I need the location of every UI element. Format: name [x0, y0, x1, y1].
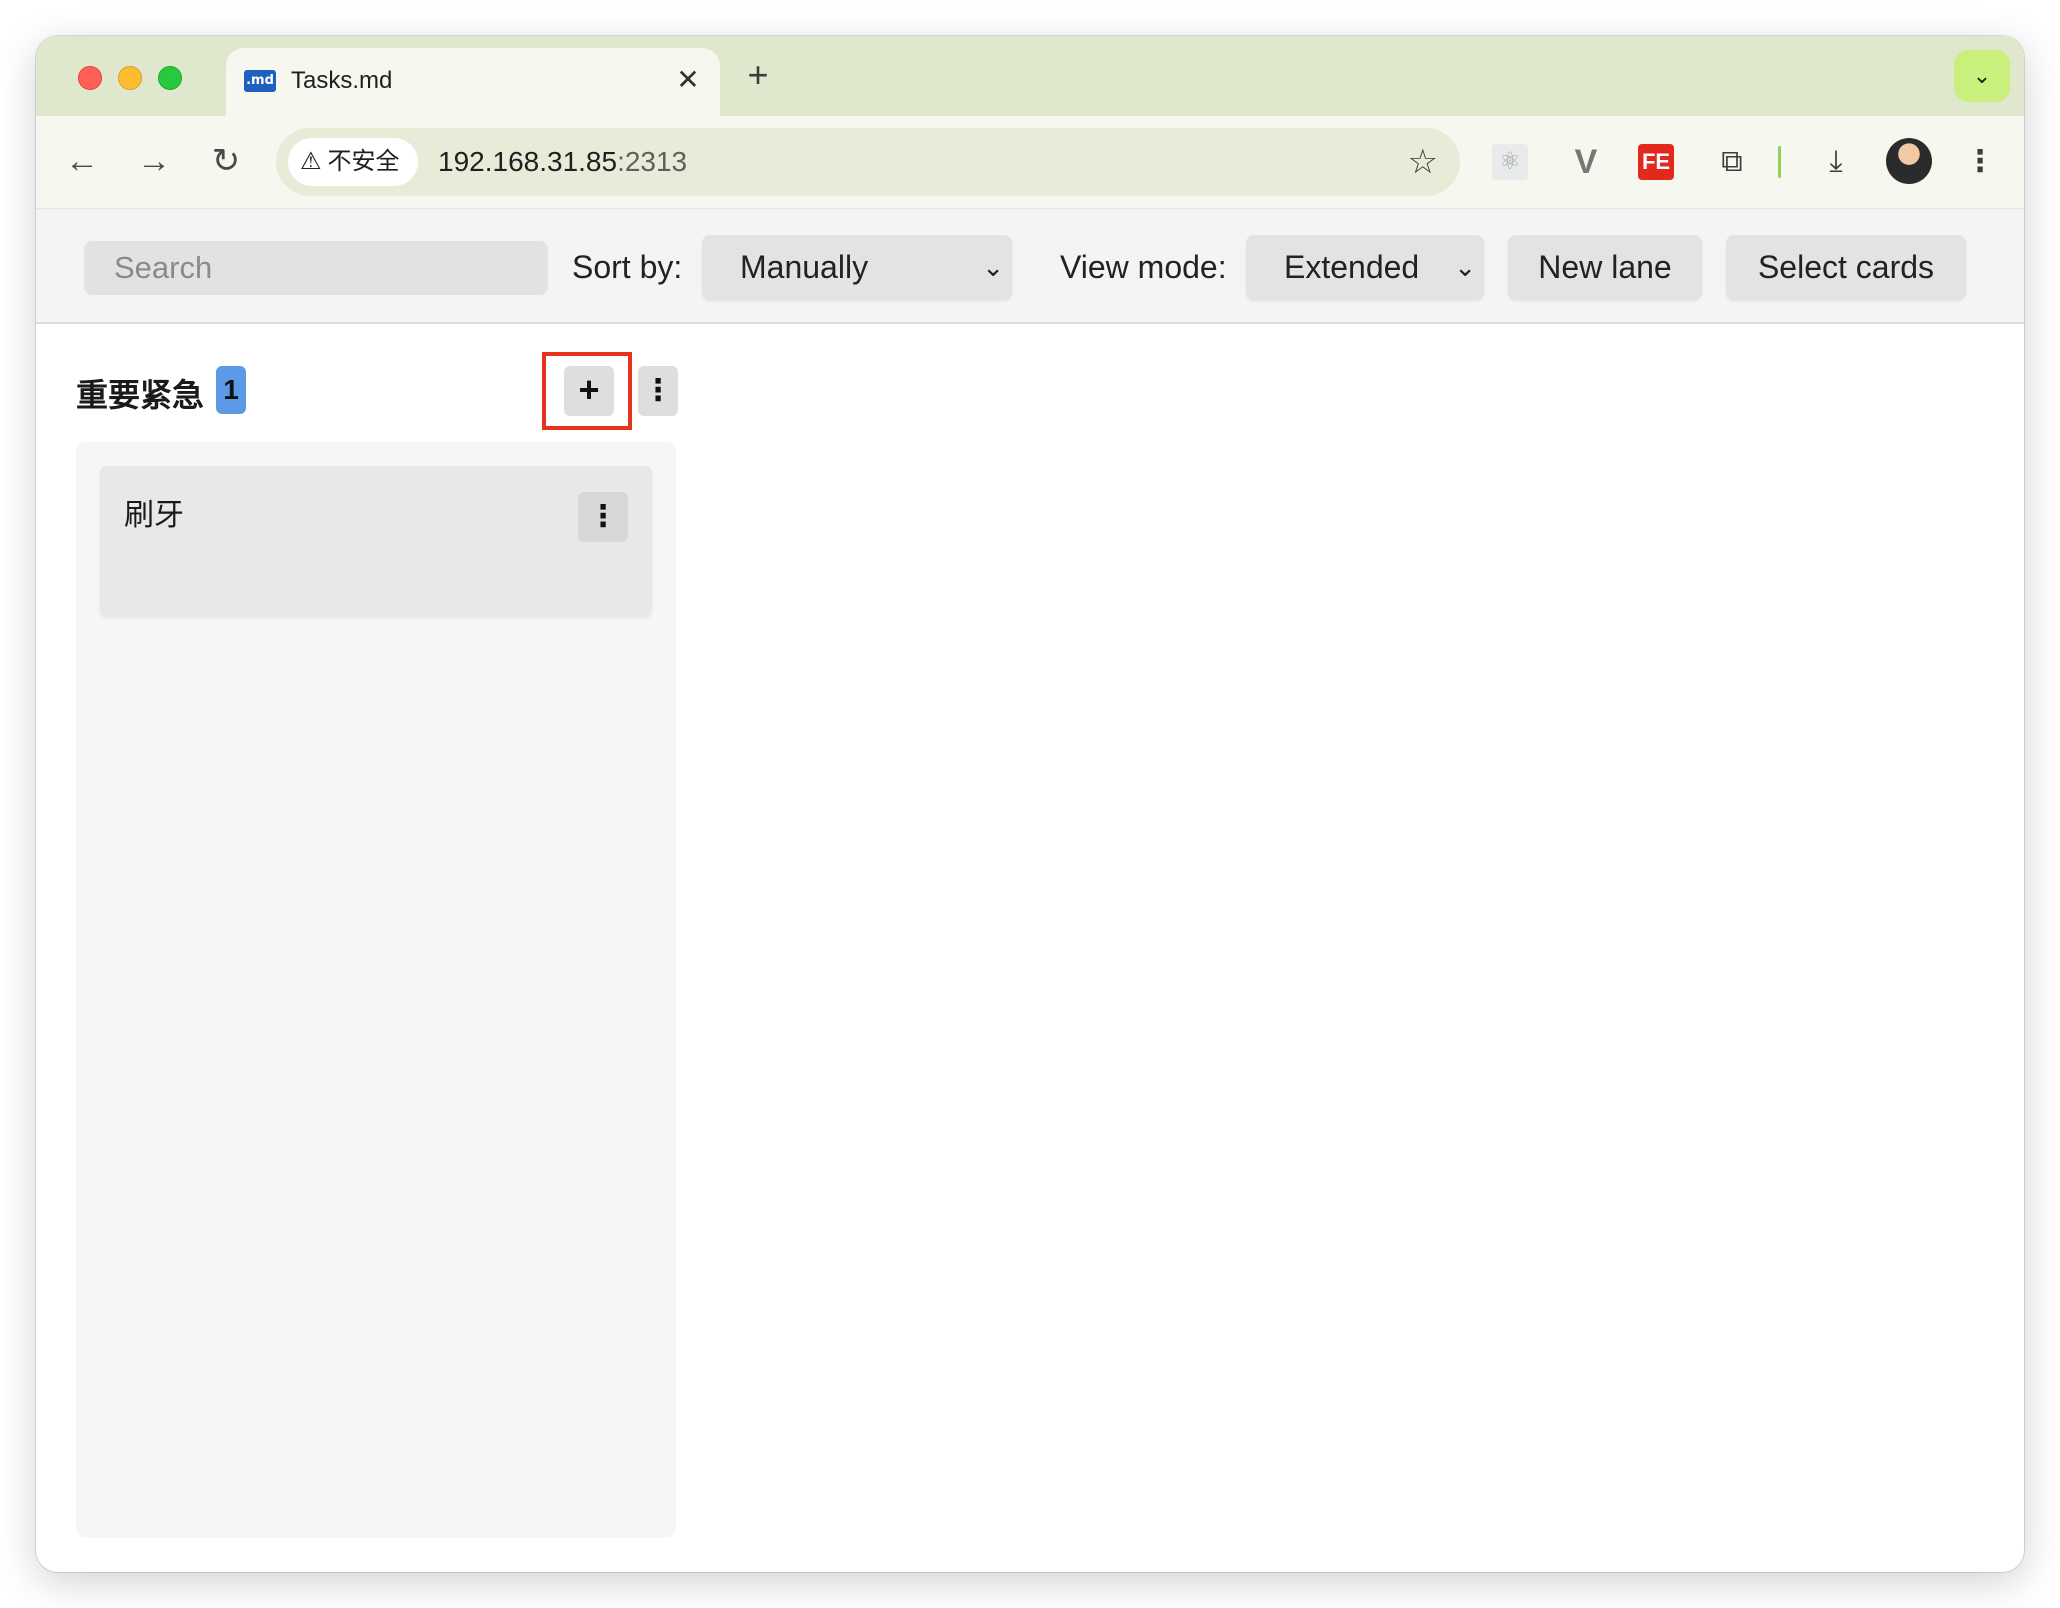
sort-value: Manually [740, 249, 869, 285]
lane-title[interactable]: 重要紧急 [76, 370, 204, 416]
card-menu-button[interactable]: ⋮ [578, 492, 628, 542]
browser-window: .md Tasks.md ✕ + ⌄ ← → ↻ ⚠ 不安全 192.168.31… [36, 36, 2024, 1572]
url-port: :2313 [617, 146, 688, 177]
back-arrow-icon[interactable]: ← [58, 138, 106, 186]
tab-tasks[interactable]: .md Tasks.md ✕ [226, 48, 720, 118]
url-text[interactable]: 192.168.31.85:2313 [438, 146, 687, 178]
app-header: Sort by: Manually ⌄ View mode: Extended … [36, 208, 2024, 324]
close-window-button[interactable] [78, 66, 102, 90]
card-title: 刷牙 [124, 498, 184, 533]
lane-menu-button[interactable]: ⋮ [638, 366, 678, 416]
tab-strip: .md Tasks.md ✕ + ⌄ [36, 36, 2024, 118]
search-input[interactable] [84, 241, 548, 295]
profile-avatar[interactable] [1886, 138, 1932, 184]
extensions-puzzle-icon[interactable]: ⧉ [1710, 140, 1754, 184]
security-label: 不安全 [327, 148, 400, 175]
url-host: 192.168.31.85 [438, 146, 618, 177]
toolbar-separator [1778, 146, 1781, 178]
bookmark-star-icon[interactable]: ☆ [1408, 140, 1438, 184]
reload-icon[interactable]: ↻ [202, 138, 250, 186]
sort-select[interactable]: Manually ⌄ [702, 235, 1012, 299]
lane-body: 刷牙 ⋮ [76, 442, 676, 1538]
chevron-down-icon: ⌄ [982, 252, 1004, 282]
view-mode-label: View mode: [1060, 249, 1227, 285]
maximize-window-button[interactable] [158, 66, 182, 90]
markdown-file-icon: .md [244, 70, 276, 92]
chevron-down-icon: ⌄ [1454, 252, 1476, 282]
board: 重要紧急 1 + ⋮ 刷牙 ⋮ [36, 326, 2024, 1572]
vue-devtools-icon[interactable]: V [1564, 140, 1608, 184]
add-card-button[interactable]: + [564, 366, 614, 416]
new-tab-button[interactable]: + [736, 55, 780, 99]
minimize-window-button[interactable] [118, 66, 142, 90]
view-mode-value: Extended [1284, 249, 1420, 285]
tab-title: Tasks.md [291, 67, 393, 94]
security-indicator[interactable]: ⚠ 不安全 [288, 138, 418, 186]
forward-arrow-icon[interactable]: → [130, 138, 178, 186]
tab-search-chevron-down-icon[interactable]: ⌄ [1954, 50, 2010, 102]
react-devtools-icon[interactable]: ⚛ [1492, 144, 1528, 180]
browser-menu-icon[interactable]: ⋮ [1958, 140, 2002, 184]
address-bar[interactable]: ⚠ 不安全 192.168.31.85:2313 ☆ [276, 128, 1460, 196]
close-tab-icon[interactable]: ✕ [670, 62, 706, 98]
warning-icon: ⚠ [300, 148, 322, 175]
card[interactable]: 刷牙 ⋮ [100, 466, 652, 616]
new-lane-button[interactable]: New lane [1508, 235, 1702, 299]
sort-label: Sort by: [572, 249, 683, 285]
select-cards-button[interactable]: Select cards [1726, 235, 1966, 299]
browser-toolbar: ← → ↻ ⚠ 不安全 192.168.31.85:2313 ☆ ⚛ V FE ⧉… [36, 116, 2024, 208]
fe-helper-icon[interactable]: FE [1638, 144, 1674, 180]
lane-card-count-badge: 1 [216, 366, 246, 414]
view-mode-select[interactable]: Extended ⌄ [1246, 235, 1484, 299]
download-icon[interactable]: ⤓ [1814, 140, 1858, 184]
